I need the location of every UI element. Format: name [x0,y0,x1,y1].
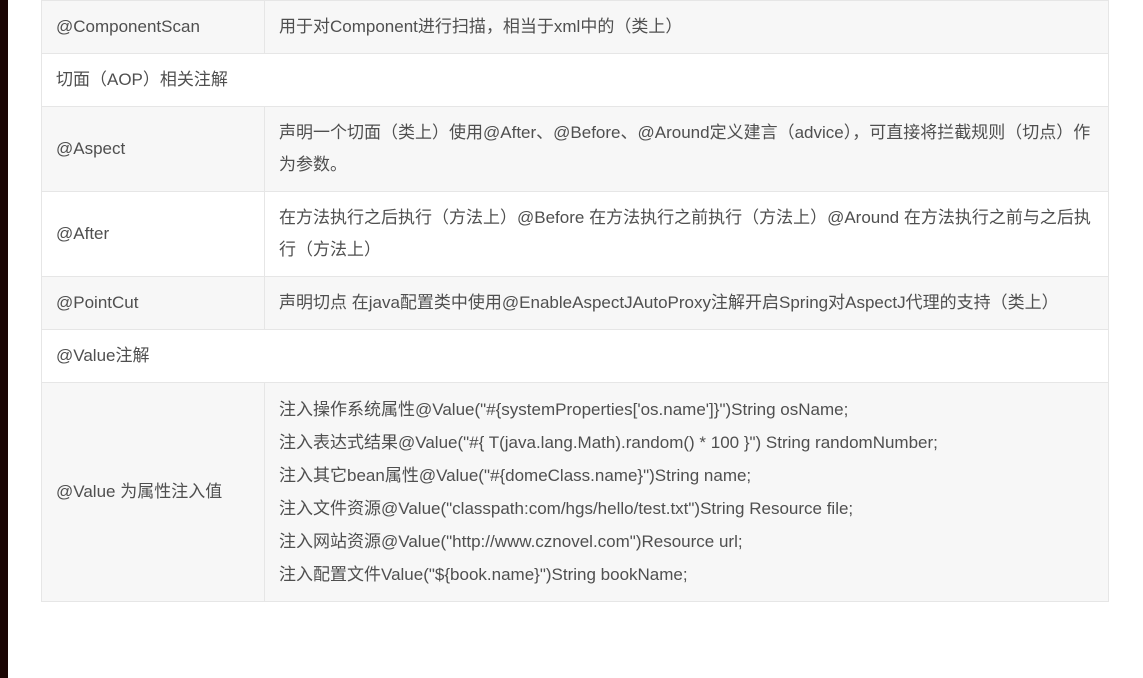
section-heading-value: @Value注解 [41,329,1109,383]
table-row: @PointCut 声明切点 在java配置类中使用@EnableAspectJ… [41,276,1109,330]
value-code-line: 注入其它bean属性@Value("#{domeClass.name}")Str… [279,466,752,485]
value-code-line: 注入网站资源@Value("http://www.cznovel.com")Re… [279,532,743,551]
table-row: @ComponentScan 用于对Component进行扫描，相当于xml中的… [41,0,1109,54]
value-code-line: 注入文件资源@Value("classpath:com/hgs/hello/te… [279,499,854,518]
value-code-line: 注入操作系统属性@Value("#{systemProperties['os.n… [279,400,849,419]
annotation-name-value: @Value 为属性注入值 [41,382,265,602]
annotation-desc-pointcut: 声明切点 在java配置类中使用@EnableAspectJAutoProxy注… [264,276,1109,330]
table-row: @Value 为属性注入值 注入操作系统属性@Value("#{systemPr… [41,382,1109,602]
annotation-name-aspect: @Aspect [41,106,265,192]
annotation-desc-aspect: 声明一个切面（类上）使用@After、@Before、@Around定义建言（a… [264,106,1109,192]
annotation-table-container: @ComponentScan 用于对Component进行扫描，相当于xml中的… [41,0,1109,602]
document-page: @ComponentScan 用于对Component进行扫描，相当于xml中的… [0,0,1143,678]
table-body: @ComponentScan 用于对Component进行扫描，相当于xml中的… [41,0,1109,602]
table-section-row: 切面（AOP）相关注解 [41,53,1109,107]
value-code-line-list: 注入操作系统属性@Value("#{systemProperties['os.n… [279,393,1096,591]
annotation-name-after: @After [41,191,265,277]
annotation-desc-value: 注入操作系统属性@Value("#{systemProperties['os.n… [264,382,1109,602]
left-edge-accent-strip [0,0,8,678]
spring-annotation-table: @ComponentScan 用于对Component进行扫描，相当于xml中的… [41,0,1109,602]
value-code-line: 注入配置文件Value("${book.name}")String bookNa… [279,565,688,584]
table-row: @After 在方法执行之后执行（方法上）@Before 在方法执行之前执行（方… [41,191,1109,277]
section-heading-aop: 切面（AOP）相关注解 [41,53,1109,107]
table-section-row: @Value注解 [41,329,1109,383]
annotation-desc-after: 在方法执行之后执行（方法上）@Before 在方法执行之前执行（方法上）@Aro… [264,191,1109,277]
value-code-line: 注入表达式结果@Value("#{ T(java.lang.Math).rand… [279,433,938,452]
annotation-name-componentscan: @ComponentScan [41,0,265,54]
annotation-name-pointcut: @PointCut [41,276,265,330]
table-row: @Aspect 声明一个切面（类上）使用@After、@Before、@Arou… [41,106,1109,192]
annotation-desc-componentscan: 用于对Component进行扫描，相当于xml中的（类上） [264,0,1109,54]
